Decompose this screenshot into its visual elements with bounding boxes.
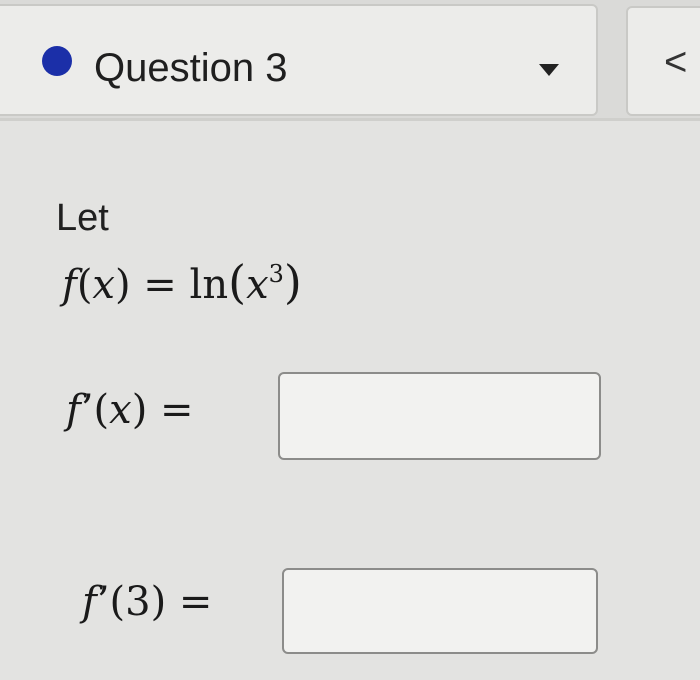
problem-intro: Let	[56, 197, 109, 239]
function-inner-var: x	[246, 262, 269, 308]
answer-input-derivative-3[interactable]	[282, 568, 598, 654]
function-var: x	[92, 262, 115, 308]
derivative-arg: x	[109, 387, 132, 433]
question-title: Question 3	[94, 46, 288, 90]
derivative-prime: ’	[80, 387, 94, 433]
question-selector[interactable]: Question 3	[0, 4, 598, 116]
function-definition: f(x) = ln(x3)	[62, 255, 302, 309]
function-name: f	[62, 262, 77, 308]
derivative-x-label: f’(x) =	[66, 387, 194, 433]
status-dot-icon	[42, 46, 72, 76]
derivative-arg: 3	[125, 579, 151, 625]
question-navigation-bar: Question 3 <	[0, 0, 700, 118]
caret-down-icon[interactable]	[539, 64, 559, 76]
function-ln: ln	[189, 262, 229, 308]
derivative-func: f	[66, 387, 81, 433]
derivative-3-label: f’(3) =	[82, 579, 213, 625]
answer-input-derivative-x[interactable]	[278, 372, 601, 460]
equals-sign: =	[178, 579, 213, 625]
function-exponent: 3	[268, 260, 284, 288]
derivative-prime: ’	[96, 579, 110, 625]
derivative-func: f	[82, 579, 97, 625]
chevron-left-icon: <	[664, 40, 688, 84]
equals-sign: =	[160, 387, 194, 433]
previous-question-button[interactable]: <	[626, 6, 700, 116]
